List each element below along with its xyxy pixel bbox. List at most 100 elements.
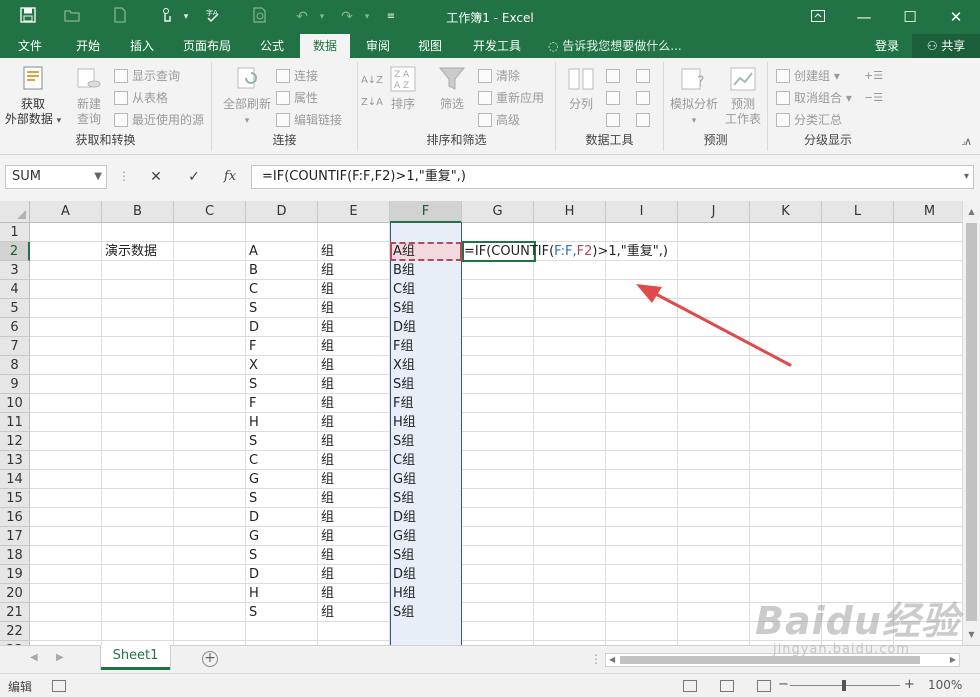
cell-d19[interactable]: D (246, 565, 259, 584)
cell-e6[interactable]: 组 (318, 318, 334, 337)
cell-e18[interactable]: 组 (318, 546, 334, 565)
advanced-button[interactable]: 高级 (478, 110, 520, 130)
row-header-4[interactable]: 4 (0, 280, 30, 299)
column-header-l[interactable]: L (822, 201, 894, 223)
ribbon-display-icon[interactable] (795, 0, 841, 34)
add-sheet-icon[interactable]: + (202, 651, 218, 667)
row-header-22[interactable]: 22 (0, 622, 30, 641)
sheet-prev-icon[interactable]: ◀ (30, 652, 38, 663)
flash-fill-button[interactable] (606, 66, 624, 86)
column-header-d[interactable]: D (246, 201, 318, 223)
row-header-14[interactable]: 14 (0, 470, 30, 489)
tell-me-box[interactable]: ◌ 告诉我您想要做什么... (548, 34, 682, 58)
cell-d12[interactable]: S (246, 432, 257, 451)
enter-icon[interactable]: ✓ (180, 167, 208, 187)
cell-d18[interactable]: S (246, 546, 257, 565)
cell-d10[interactable]: F (246, 394, 256, 413)
row-header-1[interactable]: 1 (0, 223, 30, 242)
hide-detail-icon[interactable]: −☰ (864, 88, 883, 108)
ungroup-button[interactable]: 取消组合 ▾ (776, 88, 852, 108)
cell-d11[interactable]: H (246, 413, 259, 432)
share-button[interactable]: ⚇ 共享 (912, 34, 980, 58)
cell-e2[interactable]: 组 (318, 242, 334, 261)
cell-f18[interactable]: S组 (390, 546, 414, 565)
select-all-button[interactable] (0, 201, 30, 223)
cell-e4[interactable]: 组 (318, 280, 334, 299)
group-button[interactable]: 创建组 ▾ (776, 66, 840, 86)
cell-d17[interactable]: G (246, 527, 259, 546)
show-queries-button[interactable]: 显示查询 (114, 66, 180, 86)
new-query-button[interactable]: 新建 查询 (66, 64, 112, 127)
remove-duplicates-button[interactable] (606, 88, 624, 108)
cell-f7[interactable]: F组 (390, 337, 413, 356)
refresh-all-button[interactable]: 全部刷新 ▾ (218, 64, 276, 129)
what-if-button[interactable]: ? 模拟分析 ▾ (666, 64, 722, 129)
vertical-scrollbar[interactable]: ▲ ▼ (962, 201, 980, 645)
cell-e17[interactable]: 组 (318, 527, 334, 546)
row-header-20[interactable]: 20 (0, 584, 30, 603)
insert-function-icon[interactable]: fx (216, 167, 244, 187)
row-header-13[interactable]: 13 (0, 451, 30, 470)
collapse-ribbon-icon[interactable]: ∧ (964, 135, 972, 148)
cell-f14[interactable]: G组 (390, 470, 416, 489)
cell-d14[interactable]: G (246, 470, 259, 489)
tab-review[interactable]: 审阅 (356, 34, 400, 58)
connections-button[interactable]: 连接 (276, 66, 318, 86)
expand-formula-icon[interactable]: ▾ (964, 166, 969, 188)
cell-f17[interactable]: G组 (390, 527, 416, 546)
cell-e12[interactable]: 组 (318, 432, 334, 451)
zoom-slider-knob[interactable] (842, 680, 846, 691)
cell-f9[interactable]: S组 (390, 375, 414, 394)
cell-e14[interactable]: 组 (318, 470, 334, 489)
relationships-button[interactable] (636, 88, 654, 108)
recent-sources-button[interactable]: 最近使用的源 (114, 110, 204, 130)
column-header-g[interactable]: G (462, 201, 534, 223)
column-header-f[interactable]: F (390, 201, 462, 223)
cell-f4[interactable]: C组 (390, 280, 415, 299)
cell-d21[interactable]: S (246, 603, 257, 622)
normal-view-icon[interactable] (683, 680, 697, 692)
sort-az-button[interactable]: A↓Z Z↓A (360, 70, 384, 114)
column-header-i[interactable]: I (606, 201, 678, 223)
tab-split-handle-icon[interactable]: ⋮ (590, 652, 602, 666)
column-header-k[interactable]: K (750, 201, 822, 223)
cancel-icon[interactable]: ✕ (142, 167, 170, 187)
row-header-6[interactable]: 6 (0, 318, 30, 337)
chevron-down-icon[interactable]: ▼ (94, 166, 102, 188)
filter-button[interactable]: 筛选 (430, 64, 474, 112)
macro-record-icon[interactable] (52, 680, 66, 692)
edit-links-button[interactable]: 编辑链接 (276, 110, 342, 130)
cell-d8[interactable]: X (246, 356, 258, 375)
drag-handle-icon[interactable]: ⋮ (118, 169, 130, 183)
cell-d3[interactable]: B (246, 261, 258, 280)
worksheet-grid[interactable]: A B C D E F G H I J K L M 1 2 3 4 5 6 7 8 9 10 11 12 13 14 15 16 17 18… (0, 201, 962, 645)
column-header-e[interactable]: E (318, 201, 390, 223)
minimize-icon[interactable]: — (841, 0, 887, 34)
properties-button[interactable]: 属性 (276, 88, 318, 108)
row-header-11[interactable]: 11 (0, 413, 30, 432)
cell-d7[interactable]: F (246, 337, 256, 356)
scroll-up-icon[interactable]: ▲ (963, 203, 980, 220)
cell-f13[interactable]: C组 (390, 451, 415, 470)
name-box[interactable]: SUM ▼ (5, 165, 107, 189)
column-header-h[interactable]: H (534, 201, 606, 223)
cell-e20[interactable]: 组 (318, 584, 334, 603)
cell-f10[interactable]: F组 (390, 394, 413, 413)
cell-e5[interactable]: 组 (318, 299, 334, 318)
cell-f2[interactable]: A组 (390, 242, 415, 261)
tab-formulas[interactable]: 公式 (250, 34, 294, 58)
cell-e19[interactable]: 组 (318, 565, 334, 584)
row-header-12[interactable]: 12 (0, 432, 30, 451)
row-header-7[interactable]: 7 (0, 337, 30, 356)
cell-f19[interactable]: D组 (390, 565, 416, 584)
cell-e13[interactable]: 组 (318, 451, 334, 470)
tab-page-layout[interactable]: 页面布局 (176, 34, 238, 58)
show-detail-icon[interactable]: +☰ (864, 66, 883, 86)
horizontal-scroll-thumb[interactable] (620, 656, 920, 664)
formula-input[interactable]: =IF(COUNTIF(F:F,F2)>1,"重复",) ▾ (251, 165, 974, 189)
cell-d20[interactable]: H (246, 584, 259, 603)
cell-e3[interactable]: 组 (318, 261, 334, 280)
row-header-17[interactable]: 17 (0, 527, 30, 546)
column-header-b[interactable]: B (102, 201, 174, 223)
close-icon[interactable]: ✕ (933, 0, 979, 34)
